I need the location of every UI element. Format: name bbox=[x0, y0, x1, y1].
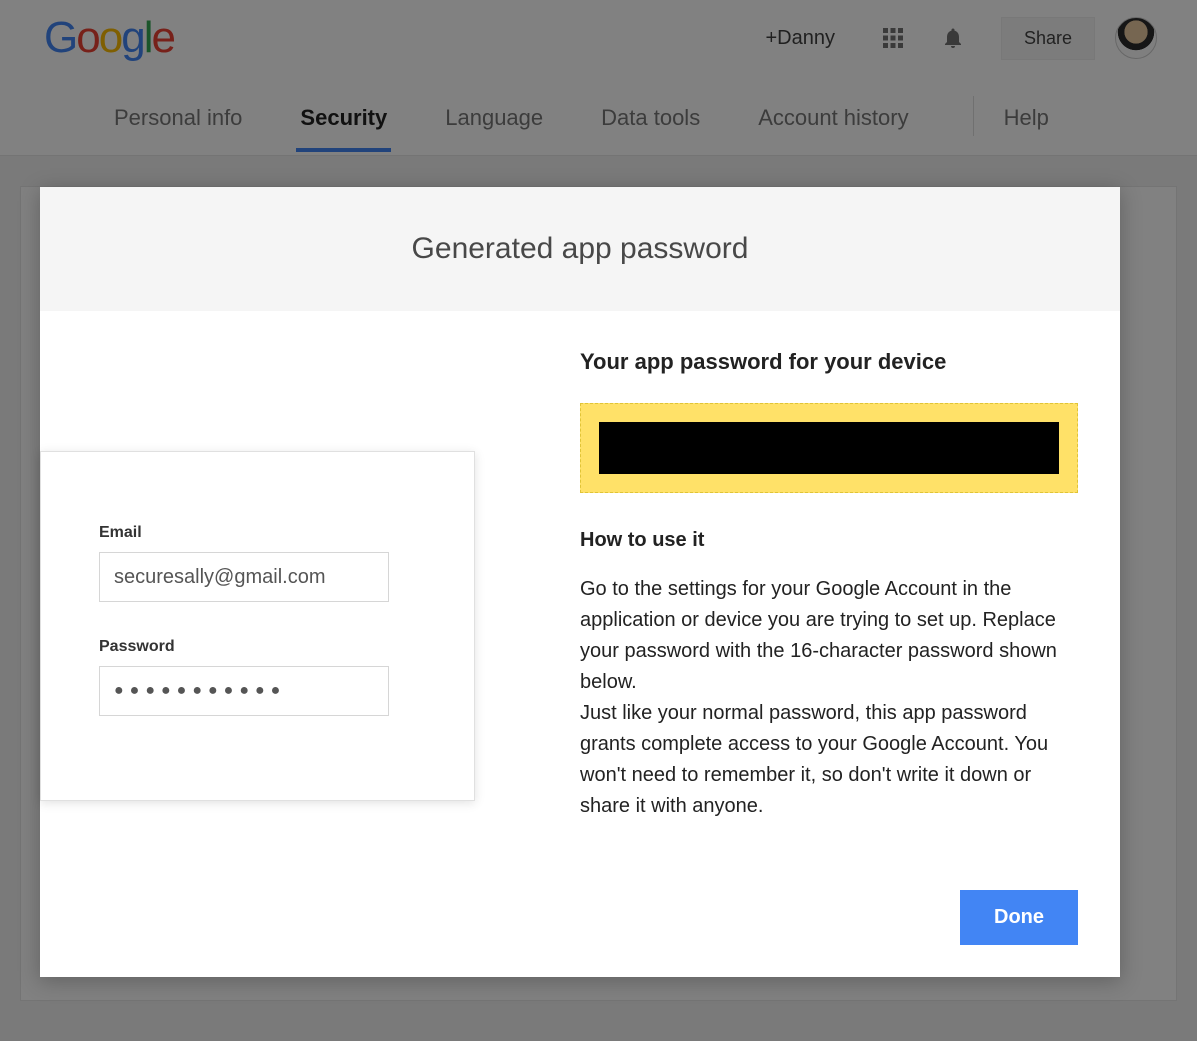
email-label: Email bbox=[99, 524, 416, 542]
password-field[interactable] bbox=[99, 666, 389, 716]
generated-password-redacted bbox=[599, 422, 1059, 474]
modal-title: Generated app password bbox=[40, 187, 1120, 311]
how-to-use-text: Go to the settings for your Google Accou… bbox=[580, 574, 1080, 822]
how-to-use-heading: How to use it bbox=[580, 529, 1080, 552]
app-password-heading: Your app password for your device bbox=[580, 349, 1080, 375]
generated-password-box bbox=[580, 403, 1078, 493]
password-label: Password bbox=[99, 638, 416, 656]
signin-demo-card: Email Password bbox=[40, 451, 475, 801]
done-button[interactable]: Done bbox=[960, 890, 1078, 945]
email-field[interactable] bbox=[99, 552, 389, 602]
app-password-modal: Generated app password Email Password Yo… bbox=[40, 187, 1120, 977]
